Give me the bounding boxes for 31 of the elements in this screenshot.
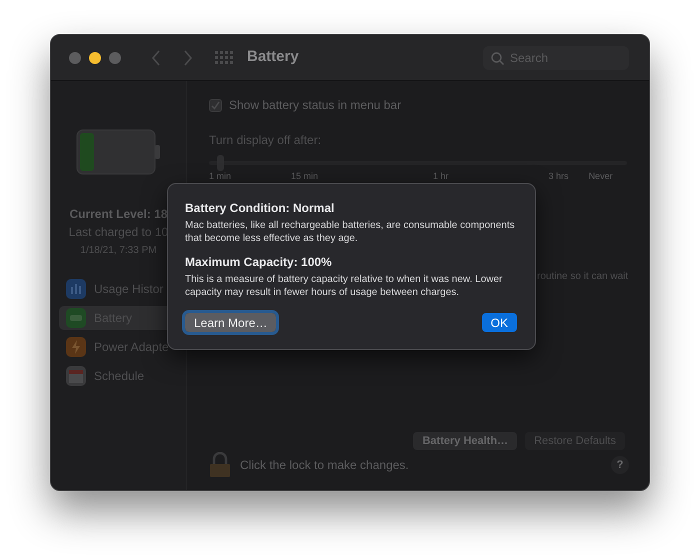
window-title: Battery bbox=[247, 47, 299, 68]
search-icon bbox=[491, 52, 504, 64]
help-button[interactable]: ? bbox=[611, 456, 629, 474]
back-icon[interactable] bbox=[151, 50, 161, 66]
minimize-icon[interactable] bbox=[89, 52, 101, 64]
calendar-icon bbox=[66, 366, 86, 386]
forward-icon[interactable] bbox=[183, 50, 193, 66]
close-icon[interactable] bbox=[69, 52, 81, 64]
tick-label: 1 hr bbox=[433, 170, 449, 183]
battery-icon bbox=[76, 129, 162, 175]
battery-health-button[interactable]: Battery Health… bbox=[413, 432, 518, 450]
dialog-text: This is a measure of battery capacity relative to when it was new. Lower capacity may result in fewer hours of usage between charges. bbox=[185, 273, 504, 299]
bar-chart-icon bbox=[66, 279, 86, 299]
checkbox-label: Show battery status in menu bar bbox=[229, 97, 402, 114]
ok-button[interactable]: OK bbox=[482, 313, 517, 332]
battery-icon bbox=[66, 308, 86, 328]
lock-icon[interactable] bbox=[209, 452, 231, 478]
dialog-text: Mac batteries, like all rechargeable batteries, are consumable components that become less effective as they age. bbox=[185, 219, 515, 245]
tick-label: 15 min bbox=[291, 170, 318, 183]
dialog-heading: Maximum Capacity: 100% bbox=[185, 254, 333, 270]
checkbox[interactable] bbox=[209, 98, 222, 112]
lightning-icon bbox=[66, 337, 86, 357]
dialog-heading: Battery Condition: Normal bbox=[185, 200, 336, 216]
grid-icon[interactable] bbox=[215, 50, 233, 64]
zoom-icon[interactable] bbox=[109, 52, 121, 64]
lock-hint-text: Click the lock to make changes. bbox=[240, 457, 409, 474]
check-icon bbox=[211, 100, 220, 110]
tick-label: 3 hrs bbox=[548, 170, 569, 183]
tick-label: Never bbox=[588, 170, 613, 183]
tick-label: 1 min bbox=[209, 170, 232, 183]
learn-more-button[interactable]: Learn More… bbox=[185, 313, 276, 332]
